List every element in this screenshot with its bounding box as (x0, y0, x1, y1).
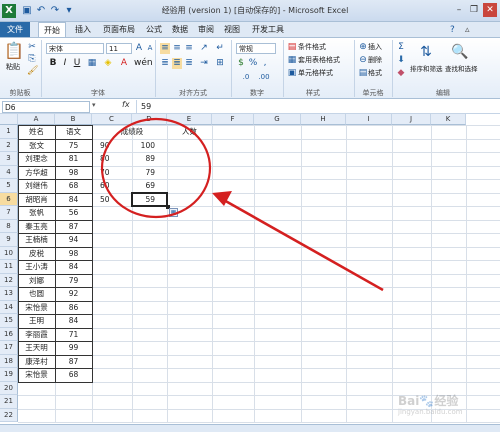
red-arrow-line (221, 197, 384, 292)
baidu-watermark: Bai🐾经验 (398, 394, 459, 408)
red-circle-annotation (100, 117, 212, 219)
annotation-overlay (100, 117, 384, 292)
baidu-watermark-url: jingyan.baidu.com (398, 408, 463, 416)
